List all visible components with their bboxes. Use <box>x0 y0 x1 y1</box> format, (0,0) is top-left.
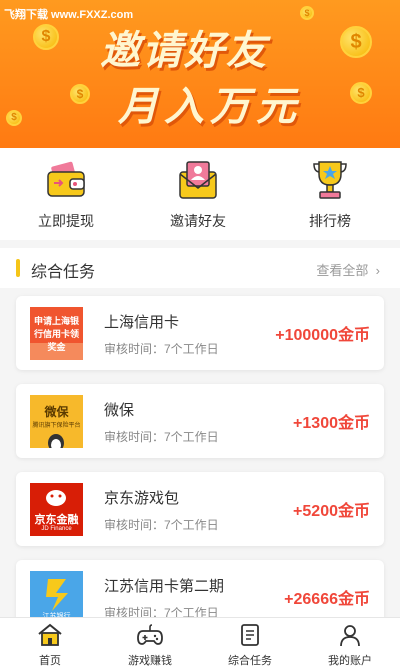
coin-icon: $ <box>340 26 372 58</box>
task-name: 江苏信用卡第二期 <box>104 578 225 595</box>
coin-icon: $ <box>70 84 90 104</box>
coin-icon: $ <box>300 6 314 20</box>
task-card[interactable]: 京东金融 JD Finance 京东游戏包 审核时间：7个工作日 +5200金币 <box>16 472 384 546</box>
task-thumbnail: 微保 腾讯旗下保险平台 <box>30 395 83 448</box>
coin-icon: $ <box>350 82 372 104</box>
user-icon <box>337 622 363 648</box>
gamepad-icon <box>137 622 163 648</box>
tab-account[interactable]: 我的账户 <box>300 622 400 668</box>
tab-tasks-label: 综合任务 <box>228 655 272 667</box>
leaderboard-button[interactable]: 排行榜 <box>275 158 385 231</box>
coin-icon: $ <box>6 110 22 126</box>
tab-game-earn[interactable]: 游戏赚钱 <box>100 622 200 668</box>
quick-actions: 立即提现 邀请好友 排行榜 <box>0 148 400 240</box>
task-thumbnail: 申请上海银行信用卡领奖金 <box>30 307 83 360</box>
wallet-icon <box>44 158 88 202</box>
task-reward: +26666金币 <box>284 591 370 608</box>
tab-game-earn-label: 游戏赚钱 <box>128 655 172 667</box>
chevron-right-icon: › <box>372 263 380 278</box>
tab-home[interactable]: 首页 <box>0 622 100 668</box>
task-name: 微保 <box>104 402 135 419</box>
task-thumbnail-subtext: JD Finance <box>41 526 72 532</box>
promo-banner[interactable]: 飞翔下载 www.FXXZ.com $ $ $ $ $ $ 邀请好友 月入万元 <box>0 0 400 148</box>
section-accent-bar <box>16 259 20 277</box>
invite-envelope-icon <box>176 158 220 202</box>
tab-tasks[interactable]: 综合任务 <box>200 622 300 668</box>
task-reward: +1300金币 <box>293 415 370 432</box>
task-name: 上海信用卡 <box>104 314 180 331</box>
banner-subtitle: 月入万元 <box>118 85 302 129</box>
task-thumbnail-text: 微保 <box>44 405 69 419</box>
invite-friends-label: 邀请好友 <box>170 213 226 229</box>
task-icon <box>237 622 263 648</box>
task-review-time: 审核时间：7个工作日 <box>104 518 219 532</box>
task-thumbnail-text: 申请上海银行信用卡领奖金 <box>33 316 79 352</box>
task-thumbnail: 京东金融 JD Finance <box>30 483 83 536</box>
section-header: 综合任务 查看全部 › <box>0 248 400 288</box>
coin-icon: $ <box>33 24 59 50</box>
task-review-time: 审核时间：7个工作日 <box>104 342 219 356</box>
task-card[interactable]: 微保 腾讯旗下保险平台 微保 审核时间：7个工作日 +1300金币 <box>16 384 384 458</box>
view-all-label: 查看全部 <box>316 263 369 278</box>
invite-friends-button[interactable]: 邀请好友 <box>143 158 253 231</box>
section-title: 综合任务 <box>31 264 96 281</box>
leaderboard-label: 排行榜 <box>309 213 351 229</box>
task-name: 京东游戏包 <box>104 490 180 507</box>
task-reward: +5200金币 <box>293 503 370 520</box>
tab-account-label: 我的账户 <box>328 655 372 667</box>
task-review-time: 审核时间：7个工作日 <box>104 430 219 444</box>
bottom-tab-bar: 首页 游戏赚钱 综合任务 我的账户 <box>0 617 400 669</box>
task-thumbnail-text: 京东金融 <box>34 514 79 526</box>
home-icon <box>37 622 63 648</box>
withdraw-button[interactable]: 立即提现 <box>11 158 121 231</box>
task-reward: +100000金币 <box>275 327 370 344</box>
task-thumbnail-subtext: 腾讯旗下保险平台 <box>32 423 81 429</box>
tab-home-label: 首页 <box>39 655 61 667</box>
task-card[interactable]: 申请上海银行信用卡领奖金 上海信用卡 审核时间：7个工作日 +100000金币 <box>16 296 384 370</box>
banner-title: 邀请好友 <box>100 29 268 73</box>
withdraw-label: 立即提现 <box>38 213 94 229</box>
view-all-link[interactable]: 查看全部 › <box>316 260 380 279</box>
trophy-icon <box>308 158 352 202</box>
